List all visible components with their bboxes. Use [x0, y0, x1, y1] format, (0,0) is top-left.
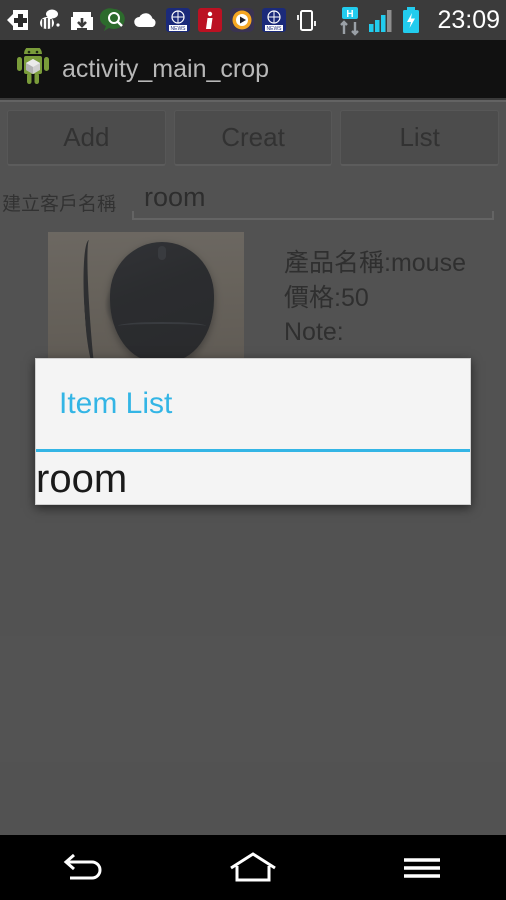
- svg-text:H: H: [347, 9, 354, 20]
- media-play-icon: [228, 6, 256, 34]
- item-list-dialog: Item List room: [35, 358, 471, 505]
- android-screen: NEWS NEWS H 23:09 activity_main_crop Ite…: [0, 0, 506, 900]
- home-icon[interactable]: [193, 835, 313, 900]
- android-robot-icon: [16, 44, 50, 91]
- bee-app-icon: [36, 6, 64, 34]
- page-title: activity_main_crop: [62, 54, 270, 83]
- medical-cross-icon: [4, 6, 32, 34]
- info-app-icon: [196, 6, 224, 34]
- app-title-bar: activity_main_crop: [0, 40, 506, 100]
- status-clock: 23:09: [437, 5, 500, 34]
- svg-text:NEWS: NEWS: [267, 26, 283, 32]
- battery-charging-icon: [399, 6, 427, 34]
- news-app-icon-2: NEWS: [260, 6, 288, 34]
- archive-download-icon: [68, 6, 96, 34]
- list-item[interactable]: room: [36, 452, 470, 505]
- navigation-bar: [0, 835, 506, 900]
- status-bar: NEWS NEWS H 23:09: [0, 0, 506, 40]
- menu-icon[interactable]: [362, 835, 482, 900]
- svg-text:NEWS: NEWS: [171, 26, 187, 32]
- status-system-icons: H 23:09: [335, 5, 500, 36]
- dialog-title: Item List: [59, 387, 173, 420]
- vibrate-icon: [292, 6, 320, 34]
- back-icon[interactable]: [24, 835, 144, 900]
- hspa-data-icon: H: [335, 6, 363, 36]
- news-app-icon: NEWS: [164, 6, 192, 34]
- status-notification-icons: NEWS NEWS: [4, 6, 335, 34]
- cloud-upload-icon: [132, 6, 160, 34]
- search-bubble-icon: [100, 6, 128, 34]
- signal-bars-icon: [367, 6, 395, 34]
